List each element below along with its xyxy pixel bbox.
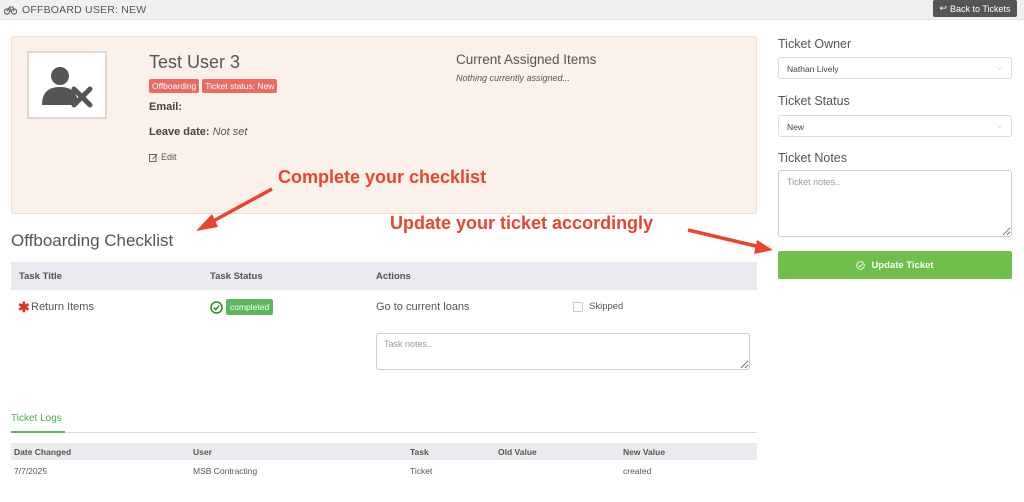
edit-icon (149, 153, 158, 162)
column-new-value: New Value (623, 447, 666, 457)
task-title: Return Items (31, 301, 94, 313)
check-circle-outline-icon (856, 260, 866, 270)
log-new-value: created (623, 466, 652, 476)
logs-header: Date Changed User Task Old Value New Val… (11, 443, 757, 460)
leave-date-value: Not set (212, 126, 248, 138)
leave-date-label: Leave date: (149, 126, 210, 138)
offboarding-badge: Offboarding (149, 79, 200, 93)
reply-arrow-icon: ↩ (939, 3, 947, 13)
ticket-status-label: Ticket Status (778, 94, 850, 108)
asterisk-icon: ✱ (18, 299, 30, 315)
email-label: Email: (149, 101, 183, 113)
table-row: ✱ Return Items completed Go to current l… (11, 290, 757, 380)
column-old-value: Old Value (498, 447, 537, 457)
log-user: MSB Contracting (193, 466, 258, 476)
bicycle-icon (4, 6, 17, 15)
ticket-status-select[interactable]: New ⌵ (778, 115, 1012, 137)
edit-user-link[interactable]: Edit (149, 152, 177, 162)
log-date: 7/7/2025 (14, 466, 48, 476)
current-loans-link[interactable]: Go to current loans (376, 301, 470, 313)
column-task-status: Task Status (210, 271, 263, 282)
column-user: User (193, 447, 212, 457)
leave-date-field: Leave date: Not set (149, 126, 247, 138)
back-to-tickets-label: Back to Tickets (950, 3, 1011, 14)
tab-divider (65, 432, 757, 433)
chevron-down-icon: ⌵ (996, 121, 1003, 130)
assigned-items-empty: Nothing currently assigned... (456, 73, 571, 83)
ticket-arrow (687, 228, 773, 254)
ticket-status-value: New (787, 122, 805, 132)
page-title: OFFBOARD USER: NEW (22, 4, 147, 16)
skipped-checkbox[interactable] (573, 301, 583, 312)
tab-ticket-logs[interactable]: Ticket Logs (11, 413, 62, 424)
chevron-down-icon: ⌵ (996, 63, 1003, 72)
avatar (27, 51, 107, 119)
user-name: Test User 3 (149, 52, 241, 72)
ticket-owner-label: Ticket Owner (778, 37, 852, 51)
ticket-notes-label: Ticket Notes (778, 151, 848, 165)
column-task-title: Task Title (19, 271, 62, 282)
ticket-annotation: Update your ticket accordingly (390, 213, 654, 233)
column-date-changed: Date Changed (14, 447, 72, 457)
ticket-owner-select[interactable]: Nathan Lively ⌵ (778, 57, 1012, 79)
skipped-toggle[interactable]: Skipped (573, 301, 623, 312)
ticket-notes-input[interactable] (778, 170, 1012, 237)
skipped-label: Skipped (589, 301, 624, 312)
checklist-annotation: Complete your checklist (278, 167, 487, 187)
task-status: completed (210, 299, 274, 315)
column-actions: Actions (376, 271, 411, 282)
check-circle-icon (210, 300, 223, 314)
edit-label: Edit (161, 152, 177, 162)
update-ticket-button[interactable]: Update Ticket (778, 251, 1012, 279)
table-row: 7/7/2025 MSB Contracting Ticket created (11, 462, 757, 480)
top-bar: OFFBOARD USER: NEW ↩ Back to Tickets (0, 0, 1024, 20)
ticket-owner-value: Nathan Lively (787, 64, 839, 74)
back-to-tickets-button[interactable]: ↩ Back to Tickets (933, 0, 1017, 17)
ticket-status-badge: Ticket status: New (202, 79, 278, 93)
column-task: Task (410, 447, 429, 457)
user-remove-icon (42, 67, 93, 108)
checklist-header: Task Title Task Status Actions (11, 262, 757, 290)
active-tab-indicator (11, 431, 65, 433)
checklist-title: Offboarding Checklist (11, 231, 174, 250)
log-task: Ticket (410, 466, 433, 476)
user-badges: Offboarding Ticket status: New (149, 79, 278, 93)
assigned-items-title: Current Assigned Items (456, 52, 597, 67)
status-badge: completed (226, 299, 274, 315)
update-ticket-label: Update Ticket (871, 259, 934, 271)
task-notes-input[interactable] (376, 333, 750, 370)
